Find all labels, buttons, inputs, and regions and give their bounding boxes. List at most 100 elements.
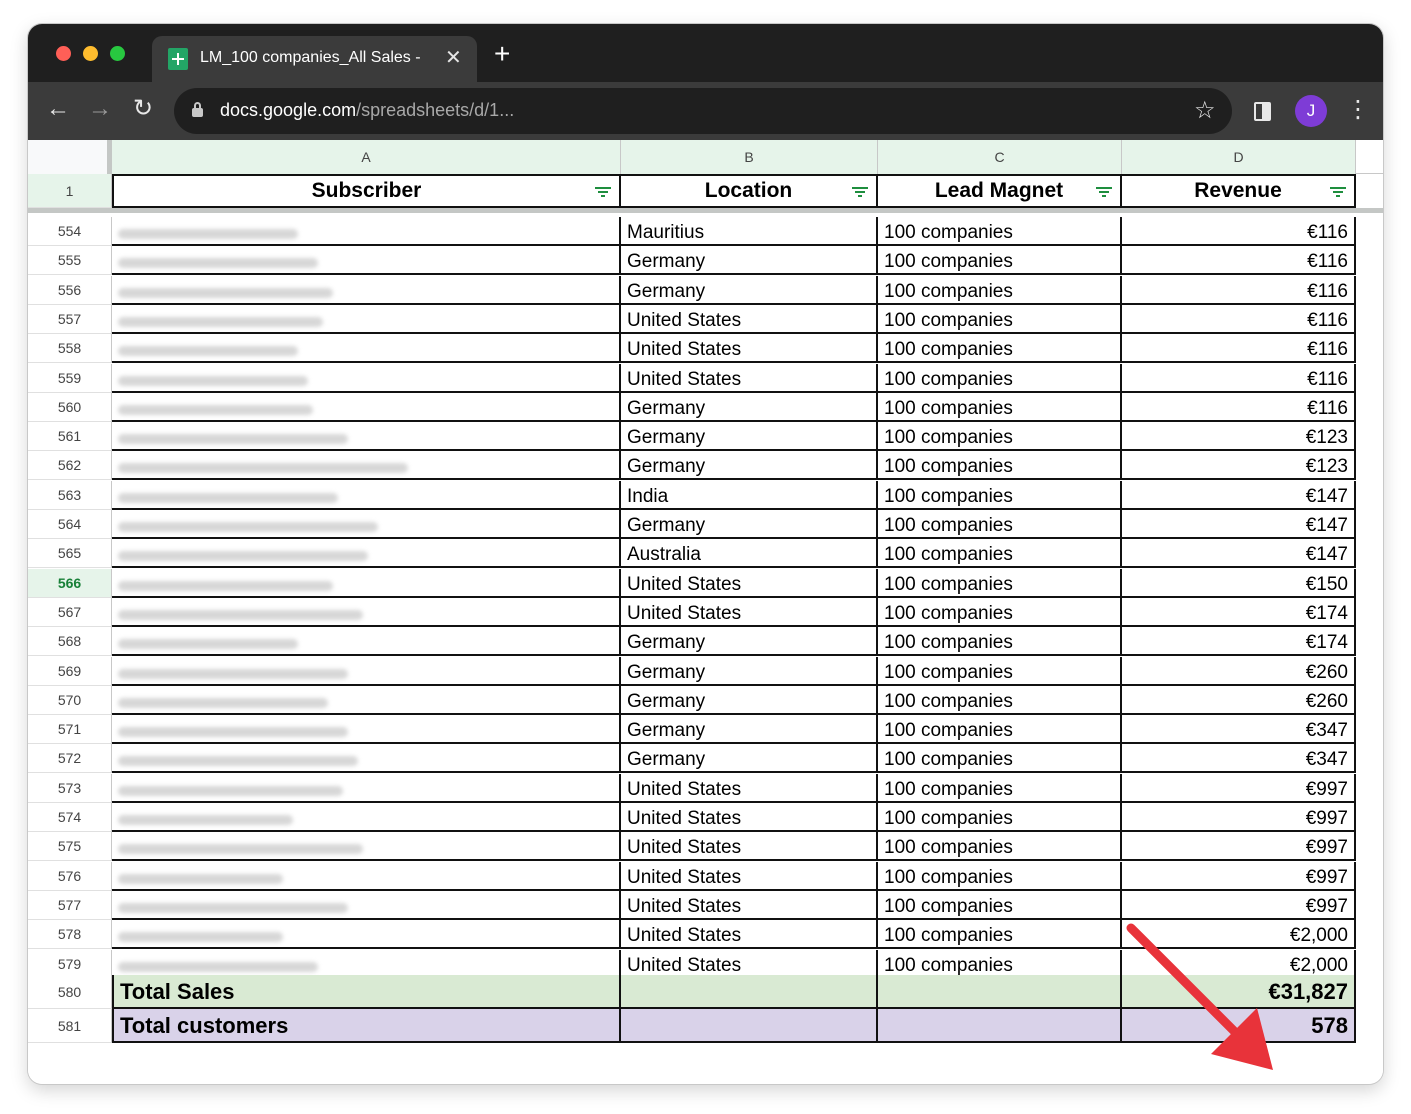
side-panel-icon[interactable] [1254,102,1271,121]
subscriber-cell[interactable] [112,685,621,715]
row-number[interactable]: 564 [28,510,112,539]
revenue-cell[interactable]: €150 [1122,568,1356,598]
new-tab-button[interactable]: + [494,40,510,68]
column-header-d[interactable]: D [1122,140,1356,174]
row-number[interactable]: 574 [28,803,112,832]
subscriber-cell[interactable] [112,304,621,334]
location-cell[interactable]: United States [621,832,878,862]
revenue-cell[interactable]: €123 [1122,422,1356,452]
revenue-cell[interactable]: €997 [1122,861,1356,891]
revenue-cell[interactable]: €116 [1122,392,1356,422]
tab-spreadsheet[interactable]: LM_100 companies_All Sales - ✕ [152,36,477,82]
location-cell[interactable]: United States [621,773,878,803]
total-value-cell[interactable]: 578 [1122,1009,1356,1043]
subscriber-cell[interactable] [112,246,621,276]
subscriber-cell[interactable] [112,217,621,246]
lead-magnet-cell[interactable]: 100 companies [878,627,1122,657]
total-empty-cell[interactable] [621,1009,878,1043]
location-cell[interactable]: United States [621,597,878,627]
location-cell[interactable]: Germany [621,744,878,774]
row-number[interactable]: 559 [28,363,112,393]
lead-magnet-cell[interactable]: 100 companies [878,568,1122,598]
minimize-window-button[interactable] [83,46,98,61]
subscriber-cell[interactable] [112,920,621,950]
lead-magnet-cell[interactable]: 100 companies [878,656,1122,686]
location-cell[interactable]: Germany [621,422,878,452]
location-cell[interactable]: Germany [621,510,878,539]
location-cell[interactable]: United States [621,334,878,364]
filter-icon[interactable] [1096,187,1112,198]
lead-magnet-cell[interactable]: 100 companies [878,773,1122,803]
revenue-cell[interactable]: €347 [1122,715,1356,745]
location-cell[interactable]: Germany [621,392,878,422]
lead-magnet-cell[interactable]: 100 companies [878,597,1122,627]
back-arrow-icon[interactable]: ← [43,94,73,124]
revenue-cell[interactable]: €2,000 [1122,920,1356,950]
revenue-cell[interactable]: €997 [1122,803,1356,832]
forward-arrow-icon[interactable]: → [85,94,115,124]
revenue-cell[interactable]: €116 [1122,304,1356,334]
location-cell[interactable]: Germany [621,715,878,745]
location-cell[interactable]: United States [621,304,878,334]
row-number[interactable]: 580 [28,975,112,1009]
filter-icon[interactable] [1330,187,1346,198]
reload-icon[interactable]: ↻ [128,94,158,124]
location-cell[interactable]: Germany [621,246,878,276]
subscriber-cell[interactable] [112,773,621,803]
header-cell-lead-magnet[interactable]: Lead Magnet [878,174,1122,208]
lead-magnet-cell[interactable]: 100 companies [878,334,1122,364]
lead-magnet-cell[interactable]: 100 companies [878,890,1122,920]
select-all-corner[interactable] [28,140,112,174]
subscriber-cell[interactable] [112,715,621,745]
revenue-cell[interactable]: €116 [1122,275,1356,305]
row-number[interactable]: 575 [28,832,112,862]
row-number[interactable]: 570 [28,685,112,715]
lead-magnet-cell[interactable]: 100 companies [878,510,1122,539]
total-empty-cell[interactable] [878,1009,1122,1043]
location-cell[interactable]: United States [621,920,878,950]
lead-magnet-cell[interactable]: 100 companies [878,246,1122,276]
revenue-cell[interactable]: €174 [1122,597,1356,627]
subscriber-cell[interactable] [112,627,621,657]
revenue-cell[interactable]: €116 [1122,246,1356,276]
subscriber-cell[interactable] [112,597,621,627]
bookmark-star-icon[interactable]: ☆ [1194,96,1216,126]
total-label-cell[interactable]: Total customers [112,1009,621,1043]
location-cell[interactable]: India [621,480,878,510]
row-number[interactable]: 562 [28,451,112,481]
lead-magnet-cell[interactable]: 100 companies [878,744,1122,774]
lead-magnet-cell[interactable]: 100 companies [878,363,1122,393]
row-number[interactable]: 567 [28,597,112,627]
row-number[interactable]: 557 [28,304,112,334]
row-number[interactable]: 568 [28,627,112,657]
row-number[interactable]: 554 [28,217,112,246]
revenue-cell[interactable]: €997 [1122,832,1356,862]
location-cell[interactable]: United States [621,568,878,598]
revenue-cell[interactable]: €147 [1122,480,1356,510]
profile-avatar[interactable]: J [1295,95,1327,127]
lead-magnet-cell[interactable]: 100 companies [878,715,1122,745]
location-cell[interactable]: Germany [621,685,878,715]
row-number[interactable]: 572 [28,744,112,774]
revenue-cell[interactable]: €147 [1122,510,1356,539]
lead-magnet-cell[interactable]: 100 companies [878,832,1122,862]
location-cell[interactable]: Germany [621,627,878,657]
location-cell[interactable]: Germany [621,656,878,686]
subscriber-cell[interactable] [112,861,621,891]
lead-magnet-cell[interactable]: 100 companies [878,539,1122,569]
header-cell-revenue[interactable]: Revenue [1122,174,1356,208]
subscriber-cell[interactable] [112,539,621,569]
revenue-cell[interactable]: €997 [1122,890,1356,920]
column-header-a[interactable]: A [112,140,621,174]
revenue-cell[interactable]: €174 [1122,627,1356,657]
lead-magnet-cell[interactable]: 100 companies [878,920,1122,950]
subscriber-cell[interactable] [112,363,621,393]
header-cell-subscriber[interactable]: Subscriber [112,174,621,208]
location-cell[interactable]: Germany [621,451,878,481]
row-number[interactable]: 555 [28,246,112,276]
revenue-cell[interactable]: €116 [1122,363,1356,393]
row-number[interactable]: 556 [28,275,112,305]
frozen-row-divider[interactable] [28,208,1383,213]
revenue-cell[interactable]: €116 [1122,334,1356,364]
column-header-c[interactable]: C [878,140,1122,174]
